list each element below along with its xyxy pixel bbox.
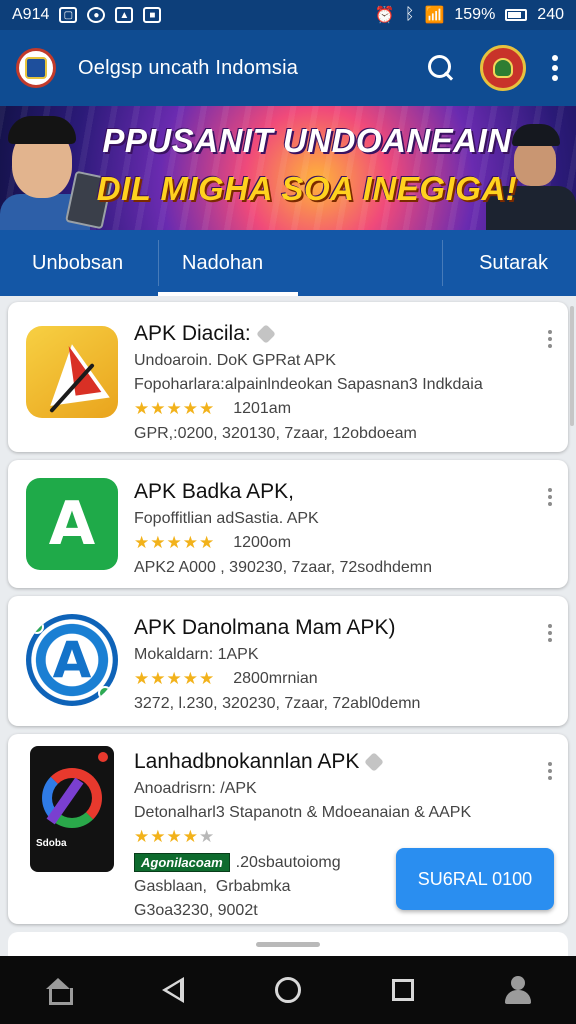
wifi-icon: 📶 xyxy=(424,7,445,24)
app-extra: .20sbautoiomg xyxy=(235,854,341,871)
star-rating: ★★★★★ xyxy=(134,669,216,688)
app-card[interactable]: Sdoba Lanhadbnokannlan APK Anoadrisrn: /… xyxy=(8,734,568,924)
app-title[interactable]: APK Badka APK, xyxy=(134,480,528,504)
rating-count: 2800mrnian xyxy=(233,670,318,687)
app-bar-actions xyxy=(426,45,560,91)
app-subtitle: Undoaroin. DoK GPRat APK xyxy=(134,352,336,369)
banner-subheadline: DIL MIGHA SOA INEGIGA! xyxy=(96,170,518,207)
icon-label: Sdoba xyxy=(36,838,67,849)
tab-label: Unbobsan xyxy=(32,251,124,274)
app-title[interactable]: APK Diacila: xyxy=(134,322,528,346)
app-title: Oelgsp uncath Indomsia xyxy=(78,56,299,79)
home-button[interactable] xyxy=(28,960,88,1020)
app-title[interactable]: Lanhadbnokannlan APK xyxy=(134,750,528,774)
notification-icon: ▢ xyxy=(59,7,78,23)
app-store-icon[interactable]: A xyxy=(26,614,118,706)
tab-nadohan[interactable]: Nadohan xyxy=(158,230,298,296)
rating-row: ★★★★★ 1201am xyxy=(134,399,528,419)
home-icon xyxy=(45,978,73,1005)
status-left: A914 ▢ ● ▲ ■ xyxy=(12,6,162,24)
app-title[interactable]: APK Danolmana Mam APK) xyxy=(134,616,528,640)
battery-percent: 159% xyxy=(454,6,496,23)
tab-sutarak[interactable]: Sutarak xyxy=(444,230,576,296)
status-right: ⏰ ᛒ 📶 159% 240 xyxy=(375,5,564,25)
app-meta: APK2 A000 , 390230, 7zaar, 72sodhdemn xyxy=(134,559,433,576)
rating-count: 1200om xyxy=(233,534,292,551)
bluetooth-icon: ᛒ xyxy=(404,6,415,23)
app-list[interactable]: APK Diacila: Undoaroin. DoK GPRat APK Fo… xyxy=(0,296,576,956)
tab-unbobsan[interactable]: Unbobsan xyxy=(0,230,158,296)
circle-icon xyxy=(274,977,301,1003)
recents-button[interactable] xyxy=(373,960,433,1020)
home-circle-button[interactable] xyxy=(258,960,318,1020)
gallery-notification-icon: ■ xyxy=(143,7,162,23)
tab-bar: Unbobsan Nadohan Sutarak xyxy=(0,230,576,296)
app-logo-swirl-icon[interactable]: Sdoba xyxy=(30,746,114,872)
app-description: Detonalharl3 Stapanotn & Mdoeanaian & AA… xyxy=(134,804,472,821)
card-menu-icon[interactable] xyxy=(546,488,554,506)
user-icon xyxy=(504,976,532,1004)
pin-icon xyxy=(255,324,276,345)
app-logo-icon[interactable] xyxy=(16,48,56,88)
app-drawing-icon[interactable] xyxy=(26,326,118,418)
app-subtitle: Mokaldarn: 1APK xyxy=(134,646,259,663)
back-button[interactable] xyxy=(143,960,203,1020)
star-rating: ★★★★★ xyxy=(134,827,216,846)
circle-notification-icon: ● xyxy=(87,7,106,23)
app-subtitle: Anoadrisrn: /APK xyxy=(134,780,257,797)
status-bar: A914 ▢ ● ▲ ■ ⏰ ᛒ 📶 159% 240 xyxy=(0,0,576,30)
rating-row: ★★★★★ 1200om xyxy=(134,533,528,553)
alarm-icon: ⏰ xyxy=(374,7,395,24)
card-menu-icon[interactable] xyxy=(546,330,554,348)
app-subtitle: Fopoffitlian adSastia. APK xyxy=(134,510,319,527)
app-meta: GPR,:0200, 320130, 7zaar, 12obdoeam xyxy=(134,425,417,442)
emblem-icon[interactable] xyxy=(480,45,526,91)
app-card[interactable]: APK Diacila: Undoaroin. DoK GPRat APK Fo… xyxy=(8,302,568,452)
app-letter-a-icon[interactable]: A xyxy=(26,478,118,570)
image-notification-icon: ▲ xyxy=(115,7,134,23)
card-menu-icon[interactable] xyxy=(546,762,554,780)
clock: 240 xyxy=(537,6,564,23)
status-carrier-text: A914 xyxy=(12,6,50,23)
profile-button[interactable] xyxy=(488,960,548,1020)
scroll-indicator[interactable] xyxy=(256,942,320,947)
promo-banner[interactable]: PPUSANIT UNDOANEAIN DIL MIGHA SOA INEGIG… xyxy=(0,106,576,230)
search-icon[interactable] xyxy=(426,53,456,83)
star-rating: ★★★★★ xyxy=(134,399,216,418)
system-nav-bar xyxy=(0,956,576,1024)
tab-label: Nadohan xyxy=(182,251,264,274)
tab-label: Sutarak xyxy=(479,251,548,274)
banner-headline: PPUSANIT UNDOANEAIN xyxy=(102,122,512,159)
app-card[interactable]: A APK Danolmana Mam APK) Mokaldarn: 1APK… xyxy=(8,596,568,726)
pin-icon xyxy=(364,752,385,773)
back-icon xyxy=(161,977,184,1003)
battery-icon xyxy=(505,9,528,21)
app-tag: Agonilacoam xyxy=(134,853,230,872)
card-menu-icon[interactable] xyxy=(546,624,554,642)
app-card[interactable]: A APK Badka APK, Fopoffitlian adSastia. … xyxy=(8,460,568,588)
app-meta: 3272, l.230, 320230, 7zaar, 72abl0demn xyxy=(134,695,421,712)
app-bar: Oelgsp uncath Indomsia xyxy=(0,30,576,106)
install-button[interactable]: SU6RAL 0100 xyxy=(396,848,554,910)
star-rating: ★★★★★ xyxy=(134,533,216,552)
more-vert-icon[interactable] xyxy=(550,55,560,81)
scrollbar[interactable] xyxy=(570,306,574,426)
rating-row: ★★★★★ xyxy=(134,827,528,847)
square-icon xyxy=(392,979,415,1001)
app-description: Fopoharlara:alpainlndeokan Sapasnan3 Ind… xyxy=(134,376,483,393)
rating-row: ★★★★★ 2800mrnian xyxy=(134,669,528,689)
rating-count: 1201am xyxy=(233,400,292,417)
